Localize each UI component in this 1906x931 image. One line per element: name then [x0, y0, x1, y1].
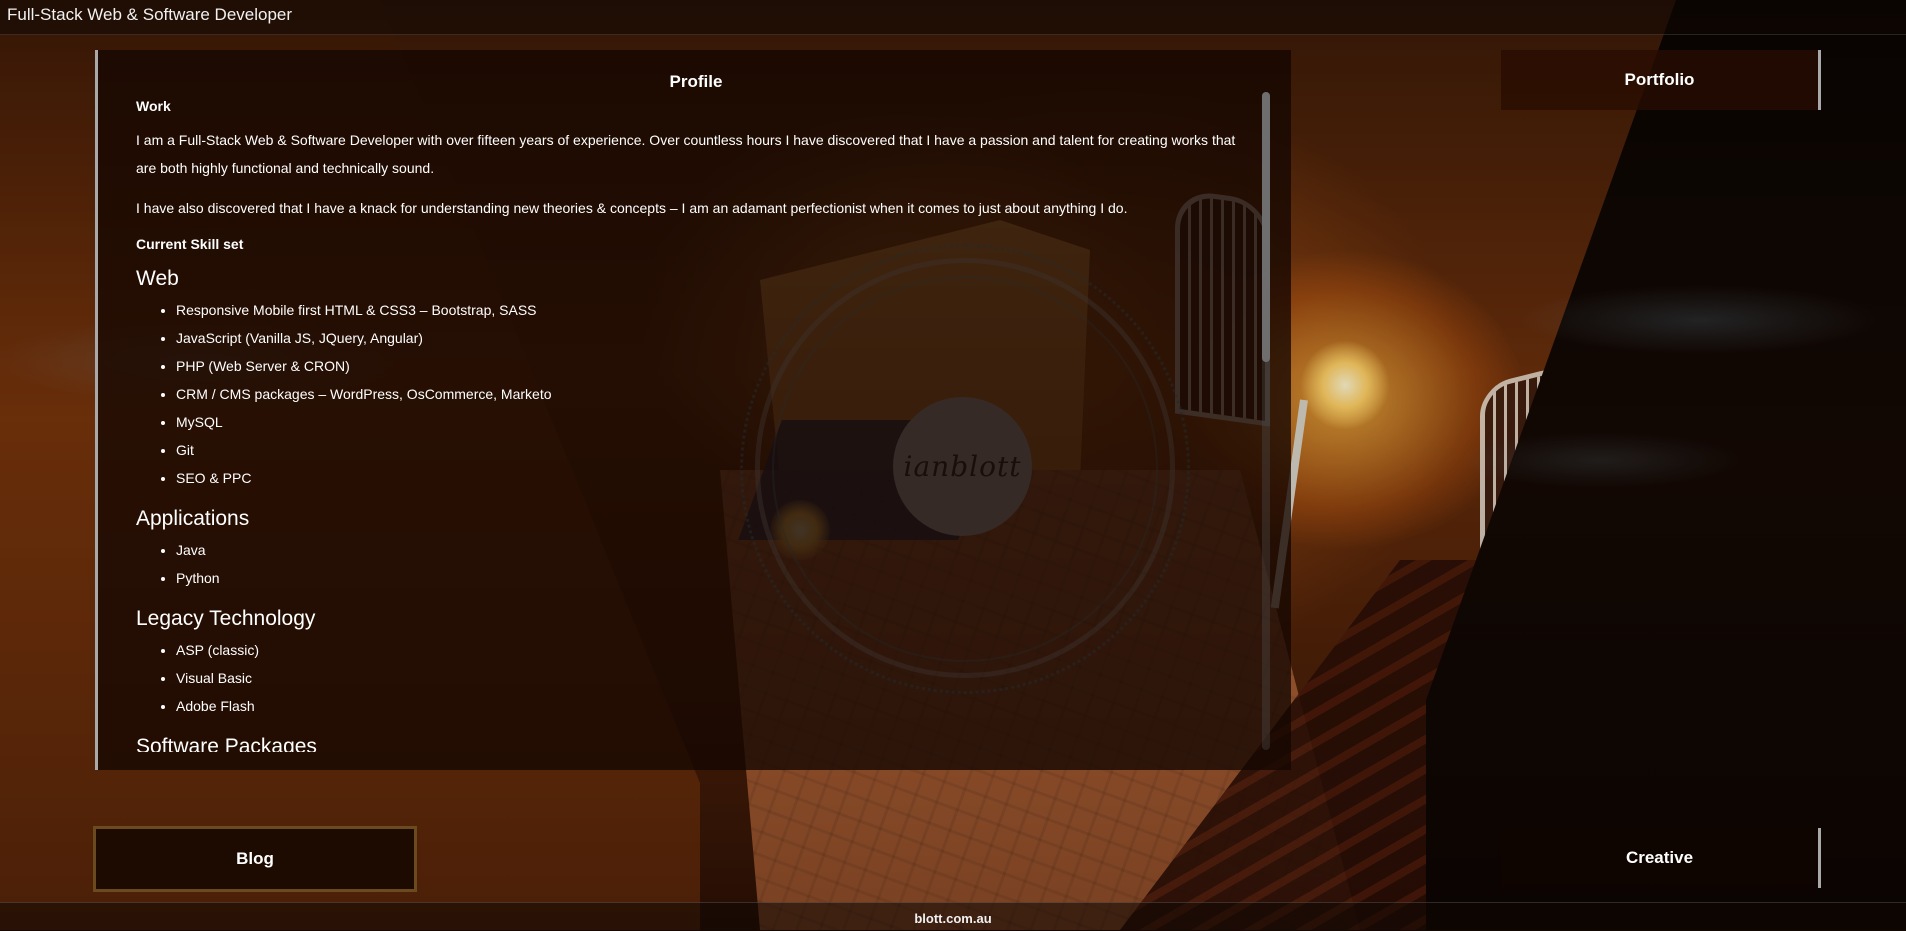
scrollbar-thumb[interactable]: [1262, 92, 1270, 362]
work-paragraph-1: I am a Full-Stack Web & Software Develop…: [136, 132, 1236, 176]
section-heading-legacy: Legacy Technology: [136, 607, 316, 630]
creative-tile[interactable]: Creative: [1501, 828, 1821, 888]
list-item: Adobe Flash: [176, 692, 1256, 720]
site-title: Full-Stack Web & Software Developer: [7, 5, 293, 24]
section-heading-software-packages: Software Packages: [136, 735, 317, 752]
header-bar: Full-Stack Web & Software Developer: [0, 0, 1906, 35]
profile-title[interactable]: Profile: [98, 72, 1294, 92]
list-item: MySQL: [176, 408, 1256, 436]
footer-bar: blott.com.au: [0, 902, 1906, 931]
portfolio-tile[interactable]: Portfolio: [1501, 50, 1821, 110]
list-item: Responsive Mobile first HTML & CSS3 – Bo…: [176, 296, 1256, 324]
list-item: SEO & PPC: [176, 464, 1256, 492]
list-item: ASP (classic): [176, 636, 1256, 664]
applications-list: Java Python: [136, 536, 1256, 592]
profile-panel: Profile Work I am a Full-Stack Web & Sof…: [95, 50, 1291, 770]
list-item: Visual Basic: [176, 664, 1256, 692]
skill-set-heading: Current Skill set: [136, 236, 244, 252]
profile-content[interactable]: Work I am a Full-Stack Web & Software De…: [136, 92, 1256, 752]
section-heading-web: Web: [136, 267, 179, 290]
blog-tile[interactable]: Blog: [93, 826, 417, 892]
legacy-list: ASP (classic) Visual Basic Adobe Flash: [136, 636, 1256, 720]
list-item: CRM / CMS packages – WordPress, OsCommer…: [176, 380, 1256, 408]
list-item: Git: [176, 436, 1256, 464]
profile-scrollbar[interactable]: [1262, 92, 1270, 750]
work-paragraph-2: I have also discovered that I have a kna…: [136, 200, 1128, 216]
web-skills-list: Responsive Mobile first HTML & CSS3 – Bo…: [136, 296, 1256, 492]
list-item: Java: [176, 536, 1256, 564]
list-item: JavaScript (Vanilla JS, JQuery, Angular): [176, 324, 1256, 352]
work-heading: Work: [136, 98, 171, 114]
list-item: Python: [176, 564, 1256, 592]
section-heading-applications: Applications: [136, 507, 250, 530]
list-item: PHP (Web Server & CRON): [176, 352, 1256, 380]
footer-site-link[interactable]: blott.com.au: [0, 911, 1906, 926]
